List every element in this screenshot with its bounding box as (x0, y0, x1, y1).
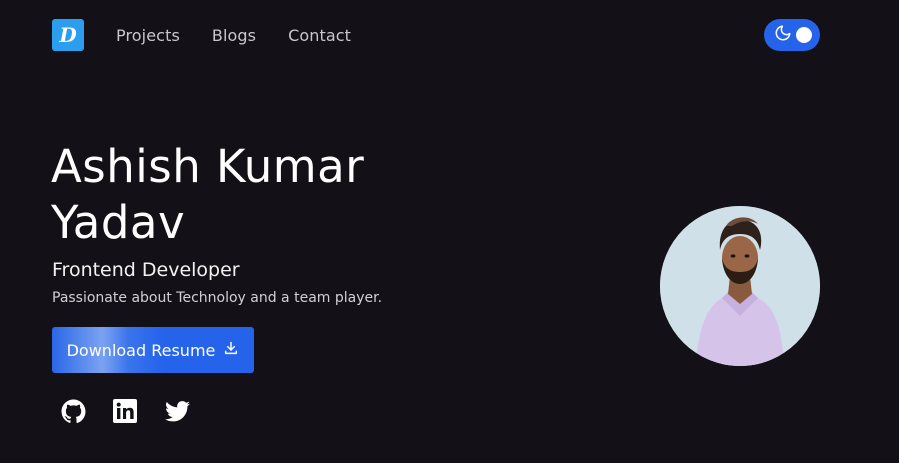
nav-link-blogs[interactable]: Blogs (212, 26, 256, 45)
linkedin-icon (113, 399, 137, 423)
hero-role: Frontend Developer (52, 259, 240, 281)
logo[interactable]: D (52, 19, 84, 51)
linkedin-link[interactable] (112, 398, 138, 424)
github-link[interactable] (60, 398, 86, 424)
avatar (660, 206, 820, 366)
logo-d-icon: D (58, 23, 77, 47)
github-icon (61, 399, 85, 423)
hero-name: Ashish Kumar Yadav (51, 140, 365, 249)
download-icon (223, 340, 239, 360)
profile-photo (660, 206, 820, 366)
theme-toggle[interactable] (764, 19, 820, 51)
page: D Projects Blogs Contact Ashish Kumar Ya… (0, 0, 899, 463)
hero-tagline: Passionate about Technoloy and a team pl… (52, 290, 383, 306)
logo-letter: D (58, 23, 77, 47)
toggle-knob (796, 27, 812, 43)
moon-icon (774, 24, 792, 46)
social-links (60, 398, 190, 424)
twitter-icon (164, 400, 190, 421)
nav-links: Projects Blogs Contact (116, 26, 383, 45)
download-resume-button[interactable]: Download Resume (52, 327, 254, 373)
download-resume-label: Download Resume (66, 340, 216, 360)
nav-link-contact[interactable]: Contact (288, 26, 351, 45)
navbar: D Projects Blogs Contact (52, 18, 820, 52)
nav-link-projects[interactable]: Projects (116, 26, 180, 45)
twitter-link[interactable] (164, 398, 190, 424)
